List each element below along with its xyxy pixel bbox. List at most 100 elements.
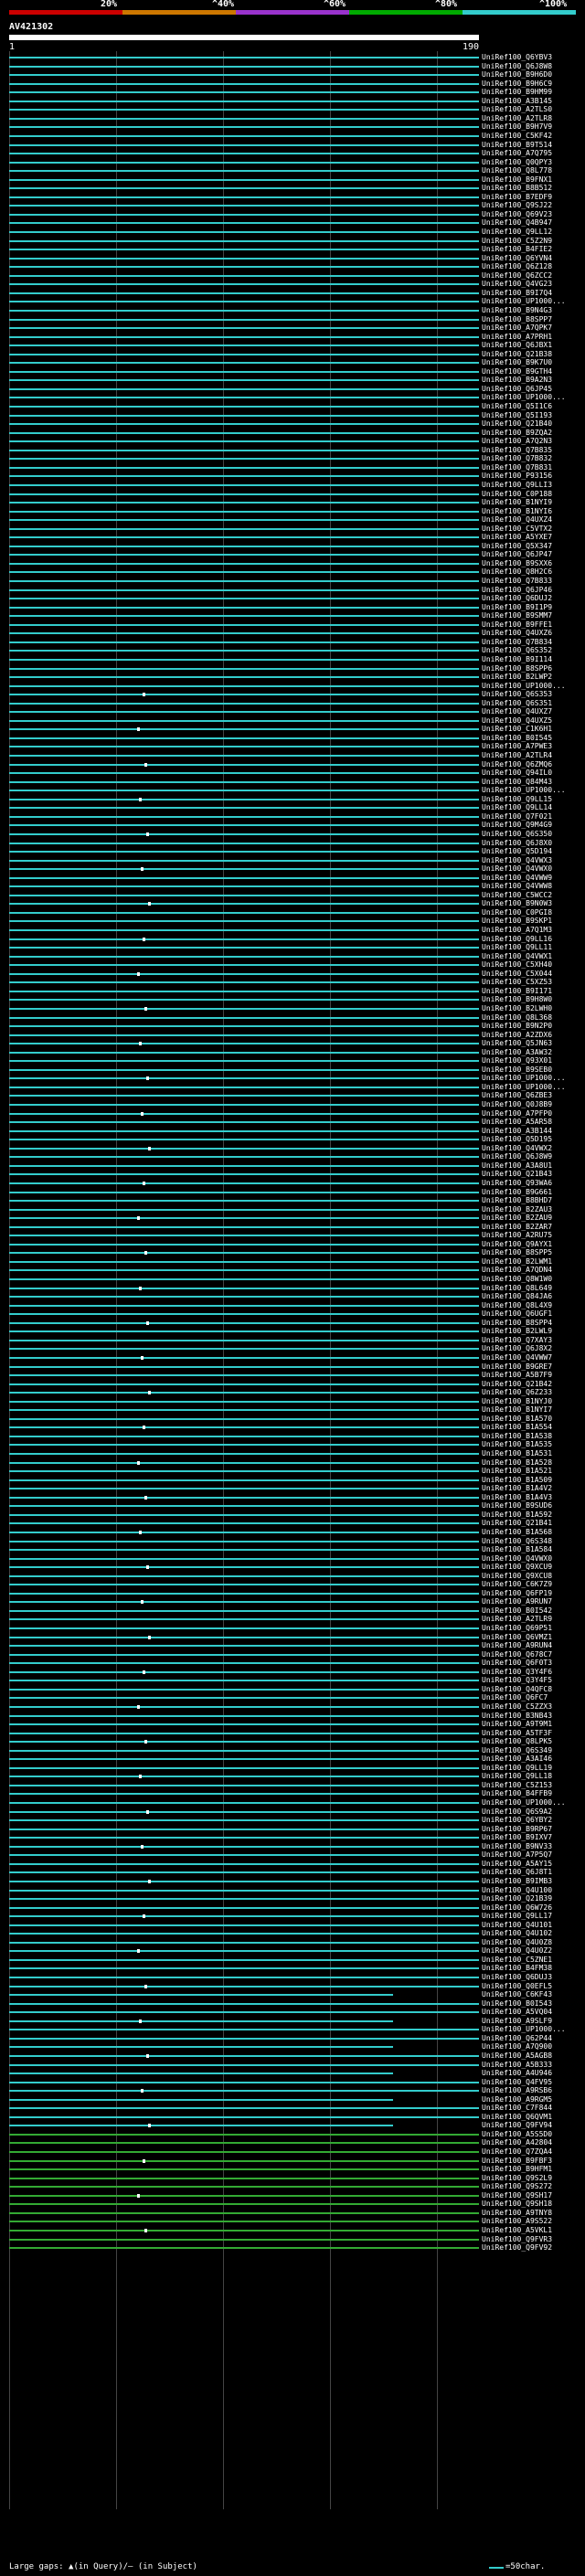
- hit-label[interactable]: UniRef100_Q7B833: [482, 577, 552, 586]
- hit-label[interactable]: UniRef100_Q4UXZ4: [482, 515, 552, 525]
- hit-row[interactable]: UniRef100_Q9LL18: [0, 1772, 585, 1781]
- hit-label[interactable]: UniRef100_Q6FC7: [482, 1693, 548, 1702]
- hit-label[interactable]: UniRef100_C0P188: [482, 490, 552, 499]
- hit-row[interactable]: UniRef100_Q9FV92: [0, 2243, 585, 2253]
- hit-row[interactable]: UniRef100_B1A538: [0, 1432, 585, 1441]
- hit-row[interactable]: UniRef100_Q9AYX1: [0, 1240, 585, 1249]
- hit-label[interactable]: UniRef100_B8SPP5: [482, 1248, 552, 1257]
- hit-row[interactable]: UniRef100_B9IMB3: [0, 1877, 585, 1886]
- hit-label[interactable]: UniRef100_A7QPK7: [482, 323, 552, 333]
- hit-label[interactable]: UniRef100_Q9XCU8: [482, 1572, 552, 1581]
- hit-label[interactable]: UniRef100_UP1000...: [482, 297, 566, 306]
- hit-row[interactable]: UniRef100_Q6DUJ3: [0, 1973, 585, 1982]
- hit-row[interactable]: UniRef100_Q6JP47: [0, 550, 585, 559]
- hit-row[interactable]: UniRef100_UP1000...: [0, 393, 585, 402]
- hit-row[interactable]: UniRef100_B0I543: [0, 1999, 585, 2009]
- hit-label[interactable]: UniRef100_A9RUN7: [482, 1597, 552, 1606]
- hit-label[interactable]: UniRef100_B1A538: [482, 1432, 552, 1441]
- hit-row[interactable]: UniRef100_A4U946: [0, 2069, 585, 2078]
- hit-label[interactable]: UniRef100_A2TLR8: [482, 114, 552, 123]
- hit-label[interactable]: UniRef100_A5AGB8: [482, 2051, 552, 2061]
- hit-label[interactable]: UniRef100_Q6JP47: [482, 550, 552, 559]
- hit-label[interactable]: UniRef100_Q6QVM1: [482, 2113, 552, 2122]
- hit-label[interactable]: UniRef100_Q9LL16: [482, 935, 552, 944]
- hit-label[interactable]: UniRef100_Q6Z233: [482, 1388, 552, 1397]
- hit-row[interactable]: UniRef100_Q4UXZ4: [0, 515, 585, 525]
- hit-row[interactable]: UniRef100_Q7F021: [0, 812, 585, 822]
- hit-label[interactable]: UniRef100_B3NB43: [482, 1712, 552, 1721]
- hit-label[interactable]: UniRef100_Q6W726: [482, 1903, 552, 1913]
- hit-row[interactable]: UniRef100_Q8W1W0: [0, 1275, 585, 1284]
- hit-row[interactable]: UniRef100_B1A4V2: [0, 1484, 585, 1493]
- hit-row[interactable]: UniRef100_Q4U101: [0, 1921, 585, 1930]
- hit-row[interactable]: UniRef100_B1A584: [0, 1545, 585, 1554]
- hit-label[interactable]: UniRef100_Q8L368: [482, 1013, 552, 1023]
- hit-label[interactable]: UniRef100_B9HM99: [482, 88, 552, 97]
- hit-row[interactable]: UniRef100_Q6S349: [0, 1746, 585, 1755]
- hit-label[interactable]: UniRef100_A2TLR4: [482, 751, 552, 760]
- hit-label[interactable]: UniRef100_Q9LL15: [482, 795, 552, 804]
- hit-label[interactable]: UniRef100_Q4VWW9: [482, 874, 552, 883]
- hit-label[interactable]: UniRef100_A3AI46: [482, 1754, 552, 1764]
- hit-label[interactable]: UniRef100_Q5JN63: [482, 1039, 552, 1048]
- hit-row[interactable]: UniRef100_Q7B831: [0, 463, 585, 472]
- hit-row[interactable]: UniRef100_Q9SJ22: [0, 201, 585, 210]
- hit-row[interactable]: UniRef100_Q5I193: [0, 411, 585, 420]
- hit-label[interactable]: UniRef100_Q8W1W0: [482, 1275, 552, 1284]
- hit-label[interactable]: UniRef100_Q4VWX1: [482, 952, 552, 961]
- hit-label[interactable]: UniRef100_Q4U0Z2: [482, 1946, 552, 1956]
- hit-row[interactable]: UniRef100_Q8LPK5: [0, 1737, 585, 1746]
- hit-label[interactable]: UniRef100_B9SXX6: [482, 559, 552, 568]
- hit-label[interactable]: UniRef100_B9NV33: [482, 1842, 552, 1851]
- hit-row[interactable]: UniRef100_Q9LL14: [0, 803, 585, 812]
- hit-label[interactable]: UniRef100_B0I543: [482, 1999, 552, 2009]
- hit-label[interactable]: UniRef100_A9T9M1: [482, 1720, 552, 1729]
- hit-label[interactable]: UniRef100_A7Q1M3: [482, 926, 552, 935]
- hit-label[interactable]: UniRef100_Q6JBX1: [482, 341, 552, 350]
- hit-row[interactable]: UniRef100_Q9XCU9: [0, 1563, 585, 1572]
- hit-label[interactable]: UniRef100_A5S5D0: [482, 2130, 552, 2139]
- hit-row[interactable]: UniRef100_A3AW32: [0, 1048, 585, 1057]
- hit-label[interactable]: UniRef100_A3A8U1: [482, 1161, 552, 1171]
- hit-label[interactable]: UniRef100_Q9M4G9: [482, 821, 552, 830]
- hit-row[interactable]: UniRef100_A9S522: [0, 2217, 585, 2226]
- hit-row[interactable]: UniRef100_B2ZAU9: [0, 1214, 585, 1223]
- hit-row[interactable]: UniRef100_B9K7U0: [0, 358, 585, 367]
- hit-label[interactable]: UniRef100_Q6JP46: [482, 586, 552, 595]
- hit-label[interactable]: UniRef100_A9RGM5: [482, 2095, 552, 2104]
- hit-row[interactable]: UniRef100_UP1000...: [0, 786, 585, 795]
- hit-row[interactable]: UniRef100_Q8H2C6: [0, 567, 585, 577]
- hit-row[interactable]: UniRef100_Q4VWW9: [0, 874, 585, 883]
- hit-label[interactable]: UniRef100_C1K6H1: [482, 725, 552, 734]
- hit-row[interactable]: UniRef100_Q4VWX2: [0, 1144, 585, 1153]
- hit-label[interactable]: UniRef100_Q4VWW7: [482, 1353, 552, 1362]
- hit-row[interactable]: UniRef100_B9SUD6: [0, 1501, 585, 1511]
- hit-row[interactable]: UniRef100_A3B145: [0, 97, 585, 106]
- hit-label[interactable]: UniRef100_Q6S348: [482, 1537, 552, 1546]
- hit-label[interactable]: UniRef100_Q6J8W8: [482, 62, 552, 71]
- hit-row[interactable]: UniRef100_B8SPP5: [0, 1248, 585, 1257]
- hit-label[interactable]: UniRef100_B1A592: [482, 1511, 552, 1520]
- hit-label[interactable]: UniRef100_B1A528: [482, 1458, 552, 1468]
- hit-row[interactable]: UniRef100_B9N0W3: [0, 899, 585, 908]
- hit-label[interactable]: UniRef100_B1A584: [482, 1545, 552, 1554]
- hit-row[interactable]: UniRef100_Q7B833: [0, 577, 585, 586]
- hit-row[interactable]: UniRef100_B9GTH4: [0, 367, 585, 376]
- hit-row[interactable]: UniRef100_Q9LL11: [0, 943, 585, 952]
- hit-row[interactable]: UniRef100_B2ZAU3: [0, 1205, 585, 1214]
- hit-row[interactable]: UniRef100_C5XH40: [0, 960, 585, 970]
- hit-row[interactable]: UniRef100_Q69V23: [0, 210, 585, 219]
- hit-row[interactable]: UniRef100_Q9XCU8: [0, 1572, 585, 1581]
- hit-label[interactable]: UniRef100_A7QDN4: [482, 1266, 552, 1275]
- hit-row[interactable]: UniRef100_Q62P44: [0, 2034, 585, 2043]
- hit-row[interactable]: UniRef100_B1A528: [0, 1458, 585, 1468]
- hit-row[interactable]: UniRef100_UP1000...: [0, 2025, 585, 2034]
- hit-row[interactable]: UniRef100_B9A2N3: [0, 376, 585, 385]
- hit-row[interactable]: UniRef100_A7PRH1: [0, 333, 585, 342]
- hit-label[interactable]: UniRef100_Q6J8W9: [482, 1152, 552, 1161]
- hit-label[interactable]: UniRef100_A9RUN4: [482, 1641, 552, 1650]
- hit-row[interactable]: UniRef100_A9RUN7: [0, 1597, 585, 1606]
- hit-row[interactable]: UniRef100_B3NB43: [0, 1712, 585, 1721]
- hit-label[interactable]: UniRef100_Q69V23: [482, 210, 552, 219]
- hit-label[interactable]: UniRef100_Q6DUJ3: [482, 1973, 552, 1982]
